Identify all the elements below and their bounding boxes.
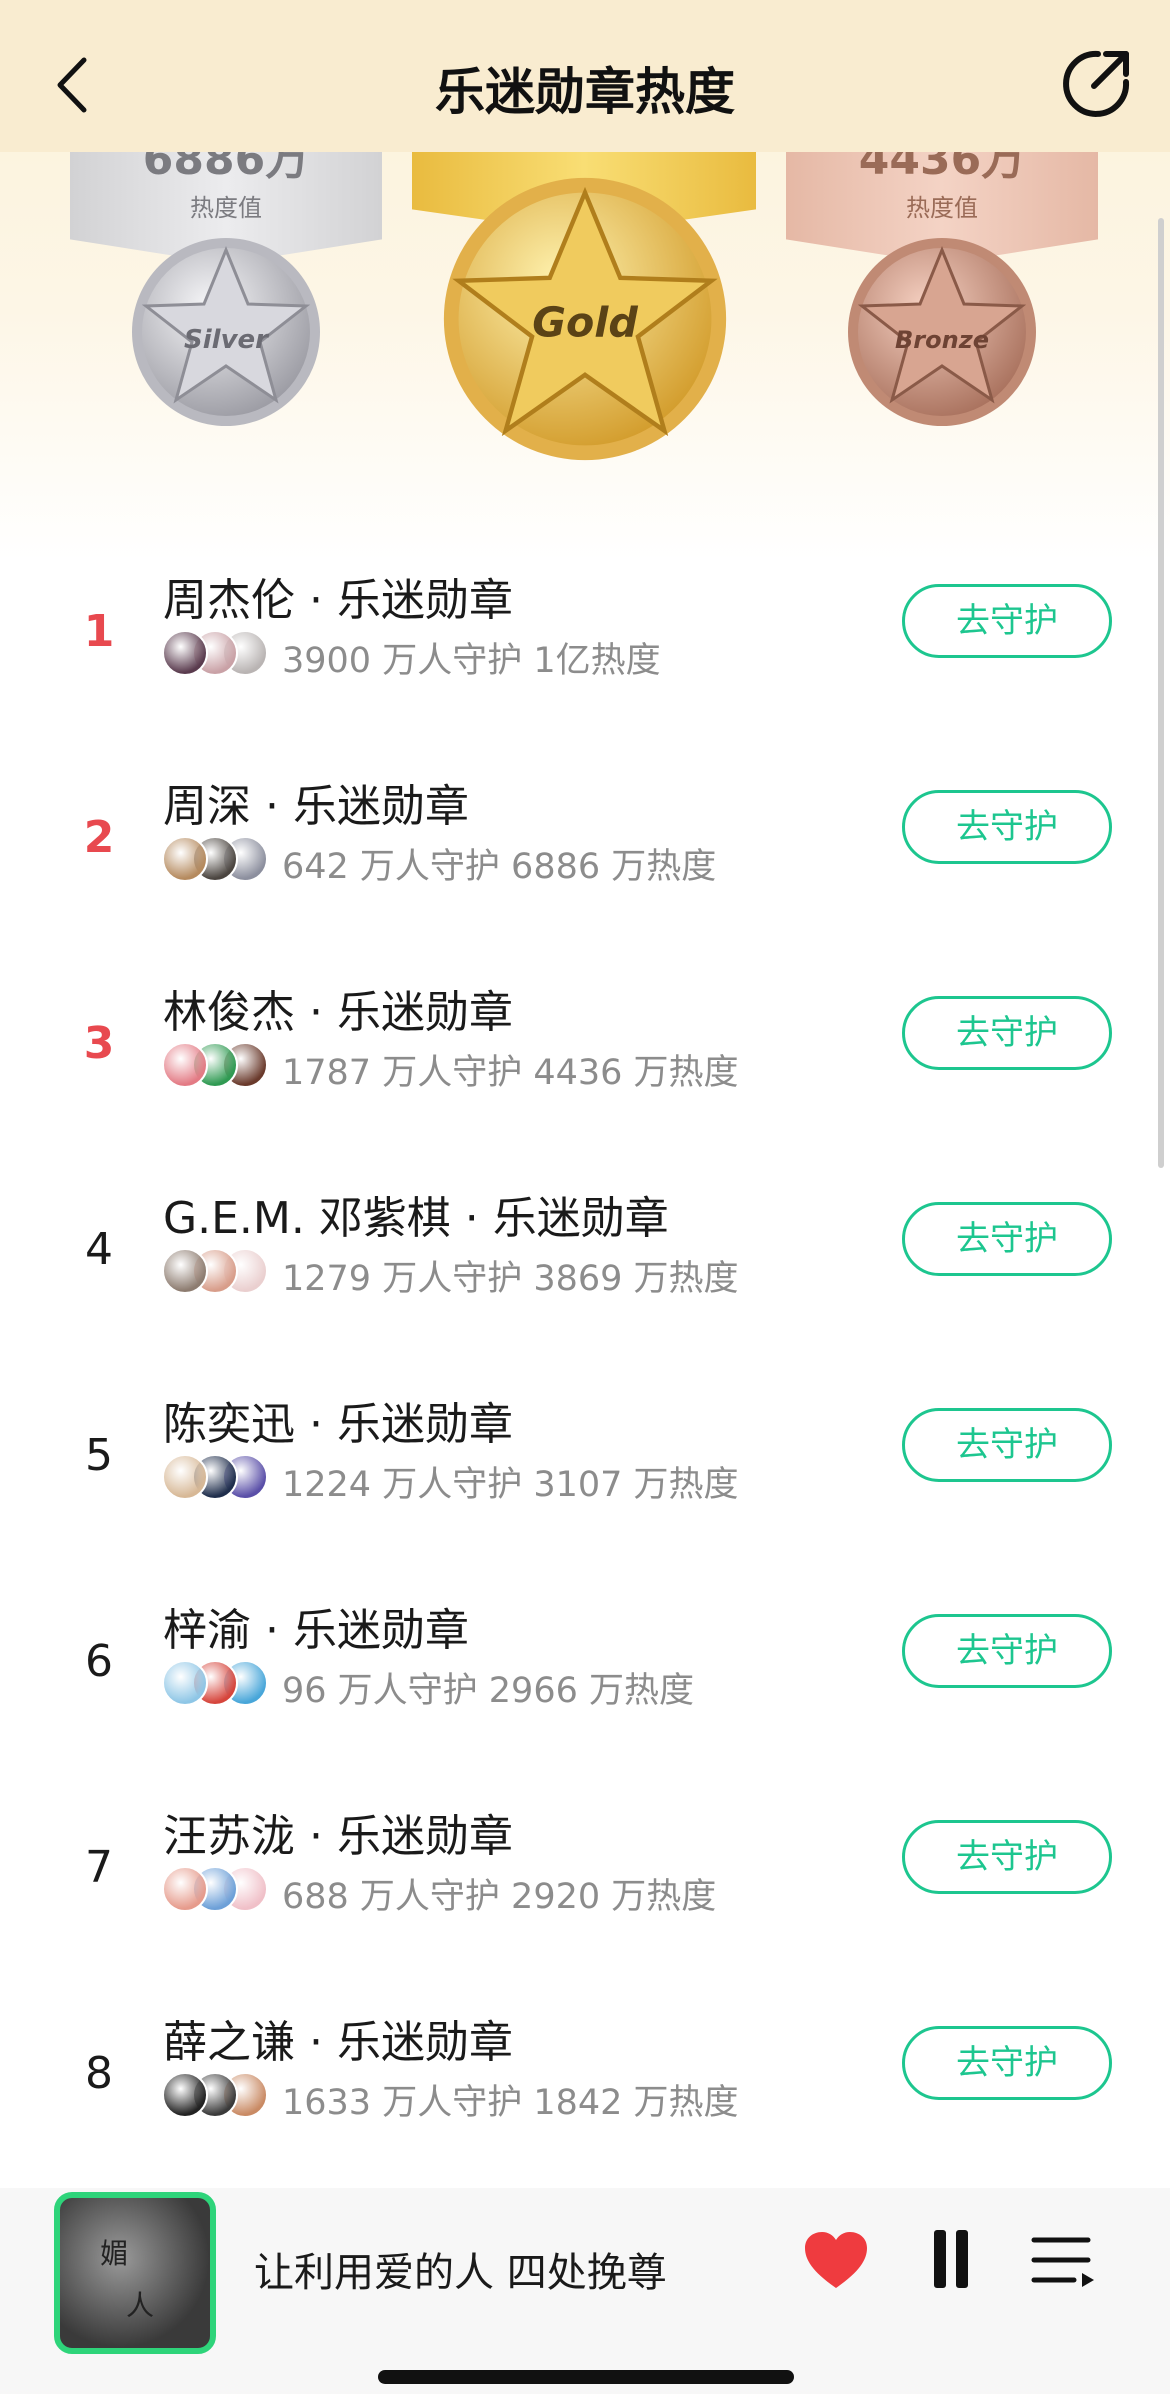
silver-heat-label: 热度值 [190, 194, 262, 222]
guard-button[interactable]: 去守护 [902, 2026, 1112, 2100]
share-arrow-icon[interactable] [1058, 46, 1134, 122]
bronze-heat-label: 热度值 [906, 194, 978, 222]
guard-heat-stats: 688 万人守护 2920 万热度 [282, 1877, 717, 1917]
guard-heat-stats: 1224 万人守护 3107 万热度 [282, 1465, 739, 1505]
avatar [162, 1454, 208, 1500]
ranking-row[interactable]: 8 薛之谦 · 乐迷勋章 1633 万人守护 1842 万热度 去守护 [0, 1966, 1170, 2172]
guard-heat-stats: 96 万人守护 2966 万热度 [282, 1671, 694, 1711]
guard-heat-stats: 642 万人守护 6886 万热度 [282, 847, 717, 887]
avatar [162, 836, 208, 882]
rank-number: 1 [83, 606, 115, 657]
playlist-queue-icon[interactable] [1030, 2232, 1096, 2292]
rank-number: 3 [83, 1018, 115, 1069]
ranking-row[interactable]: 6 梓渝 · 乐迷勋章 96 万人守护 2966 万热度 去守护 [0, 1554, 1170, 1760]
avatar [162, 2072, 208, 2118]
pause-icon[interactable] [926, 2230, 976, 2292]
mini-player[interactable]: 媚 人 让利用爱的人 四处挽尊 [0, 2188, 1170, 2394]
silver-medal-text: Silver [184, 325, 270, 355]
avatar [162, 1042, 208, 1088]
guard-button[interactable]: 去守护 [902, 1614, 1112, 1688]
artist-badge-name[interactable]: 陈奕迅 · 乐迷勋章 [163, 1388, 513, 1452]
song-title[interactable]: 让利用爱的人 四处挽尊 [254, 2240, 667, 2298]
header-bar: 乐迷勋章热度 [0, 0, 1170, 152]
ranking-row[interactable]: 1 周杰伦 · 乐迷勋章 3900 万人守护 1亿热度 去守护 [0, 524, 1170, 730]
avatar [162, 630, 208, 676]
fan-avatars [162, 1248, 272, 1294]
gold-medal-icon[interactable]: Gold [438, 172, 732, 466]
ranking-row[interactable]: 4 G.E.M. 邓紫棋 · 乐迷勋章 1279 万人守护 3869 万热度 去守护 [0, 1142, 1170, 1348]
cover-text: 人 [126, 2289, 155, 2322]
guard-button[interactable]: 去守护 [902, 996, 1112, 1070]
artist-badge-name[interactable]: 周杰伦 · 乐迷勋章 [163, 564, 513, 628]
guard-button[interactable]: 去守护 [902, 790, 1112, 864]
rank-number: 6 [85, 1636, 113, 1687]
artist-badge-name[interactable]: 梓渝 · 乐迷勋章 [163, 1594, 469, 1658]
avatar [162, 1660, 208, 1706]
album-cover[interactable]: 媚 人 [54, 2192, 216, 2354]
avatar [162, 1248, 208, 1294]
podium: 6886万 热度值 4436万 热度值 Silver Gold Bronze [0, 152, 1170, 472]
rank-number: 2 [83, 812, 115, 863]
fan-avatars [162, 630, 272, 676]
page-title: 乐迷勋章热度 [435, 63, 735, 121]
rank-number: 5 [85, 1430, 113, 1481]
bronze-medal-icon[interactable]: Bronze [842, 232, 1042, 432]
silver-medal-icon[interactable]: Silver [126, 232, 326, 432]
artist-badge-name[interactable]: G.E.M. 邓紫棋 · 乐迷勋章 [163, 1182, 669, 1246]
rank-number: 4 [85, 1224, 113, 1275]
artist-badge-name[interactable]: 林俊杰 · 乐迷勋章 [163, 976, 513, 1040]
cover-text: 媚 [100, 2237, 129, 2270]
artist-badge-name[interactable]: 汪苏泷 · 乐迷勋章 [163, 1800, 513, 1864]
guard-button[interactable]: 去守护 [902, 584, 1112, 658]
guard-button[interactable]: 去守护 [902, 1202, 1112, 1276]
ranking-list: 1 周杰伦 · 乐迷勋章 3900 万人守护 1亿热度 去守护 2 周深 · 乐迷勋章 64… [0, 524, 1170, 2172]
gold-medal-text: Gold [532, 299, 638, 347]
artist-badge-name[interactable]: 周深 · 乐迷勋章 [163, 770, 469, 834]
guard-button[interactable]: 去守护 [902, 1408, 1112, 1482]
ranking-row[interactable]: 2 周深 · 乐迷勋章 642 万人守护 6886 万热度 去守护 [0, 730, 1170, 936]
guard-heat-stats: 1633 万人守护 1842 万热度 [282, 2083, 739, 2123]
rank-number: 7 [85, 1842, 113, 1893]
bronze-medal-text: Bronze [895, 326, 989, 354]
guard-button[interactable]: 去守护 [902, 1820, 1112, 1894]
avatar [162, 1866, 208, 1912]
heart-filled-icon[interactable] [803, 2230, 869, 2292]
fan-avatars [162, 1660, 272, 1706]
home-indicator[interactable] [378, 2370, 794, 2384]
guard-heat-stats: 1279 万人守护 3869 万热度 [282, 1259, 739, 1299]
fan-avatars [162, 2072, 272, 2118]
artist-badge-name[interactable]: 薛之谦 · 乐迷勋章 [163, 2006, 513, 2070]
rank-number: 8 [85, 2048, 113, 2099]
fan-avatars [162, 1042, 272, 1088]
ranking-row[interactable]: 5 陈奕迅 · 乐迷勋章 1224 万人守护 3107 万热度 去守护 [0, 1348, 1170, 1554]
guard-heat-stats: 1787 万人守护 4436 万热度 [282, 1053, 739, 1093]
fan-avatars [162, 836, 272, 882]
ranking-row[interactable]: 3 林俊杰 · 乐迷勋章 1787 万人守护 4436 万热度 去守护 [0, 936, 1170, 1142]
ranking-row[interactable]: 7 汪苏泷 · 乐迷勋章 688 万人守护 2920 万热度 去守护 [0, 1760, 1170, 1966]
fan-avatars [162, 1454, 272, 1500]
fan-avatars [162, 1866, 272, 1912]
guard-heat-stats: 3900 万人守护 1亿热度 [282, 641, 661, 681]
